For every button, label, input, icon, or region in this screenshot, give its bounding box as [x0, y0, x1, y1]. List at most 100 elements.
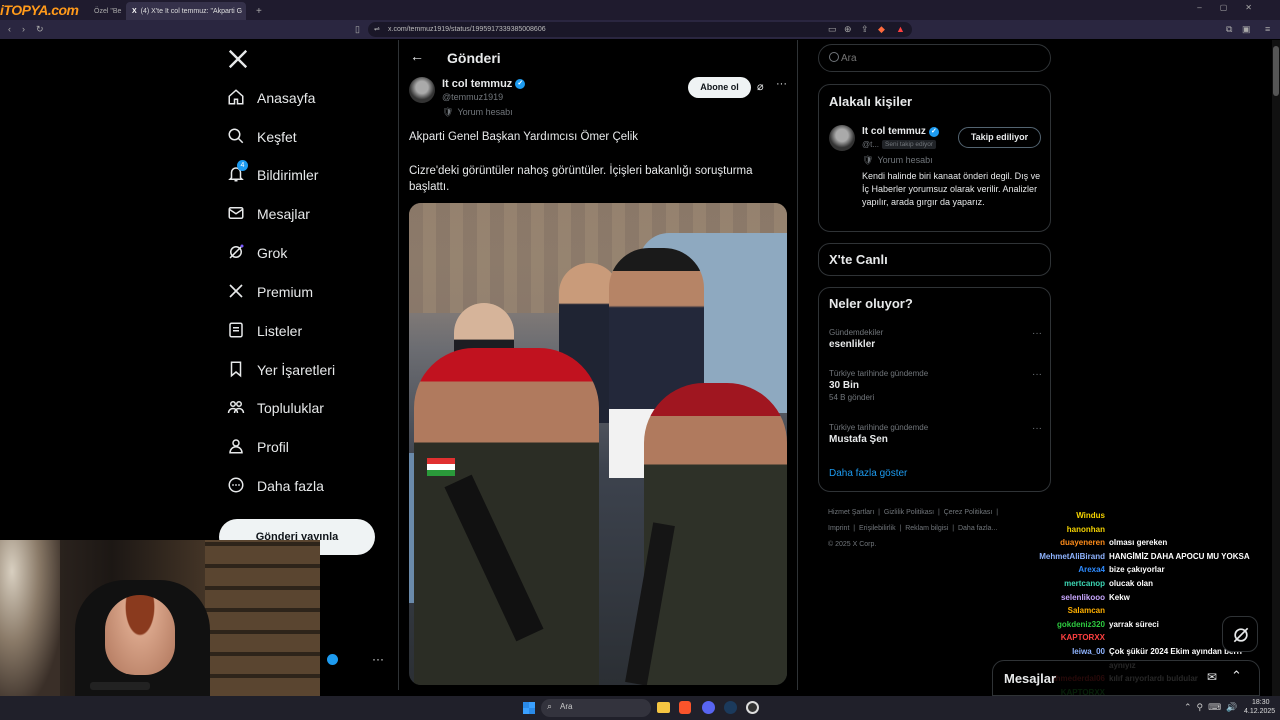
nav-label: Daha fazla [257, 478, 324, 494]
expand-icon[interactable]: ⌃ [1231, 668, 1242, 684]
trend-item[interactable]: Türkiye tarihinde gündemde Mustafa Şen ·… [829, 423, 1042, 453]
search-input[interactable] [841, 49, 1041, 67]
nav-item-bookmarks[interactable]: Yer İşaretleri [227, 355, 335, 385]
clock-date[interactable]: 4.12.2025 [1244, 708, 1275, 715]
chat-username: mertcanop [1064, 579, 1105, 588]
grok-icon [227, 243, 245, 264]
site-info-icon[interactable]: ⇌ [374, 22, 380, 37]
profile-icon [227, 437, 245, 458]
more-icon[interactable]: ··· [372, 652, 384, 666]
forward-icon[interactable]: › [22, 20, 25, 39]
nav-item-premium[interactable]: Premium [227, 277, 313, 307]
browser-tab-1[interactable]: Özel "Be [88, 2, 122, 20]
chat-username: Arexa4 [1078, 565, 1105, 575]
following-button[interactable]: Takip ediliyor [958, 127, 1041, 148]
cast-icon[interactable]: ▭ [828, 20, 837, 39]
chat-username: hanonhan [1066, 524, 1105, 534]
file-explorer-icon[interactable] [657, 702, 670, 713]
obs-icon[interactable] [746, 701, 759, 714]
avatar[interactable] [409, 77, 435, 103]
nav-item-more[interactable]: Daha fazla [227, 471, 324, 501]
grok-floating-button[interactable] [1222, 616, 1258, 652]
clock-time[interactable]: 18:30 [1252, 699, 1270, 706]
microphone-image [90, 682, 150, 690]
scrollbar-thumb[interactable] [1273, 46, 1279, 96]
new-tab-button[interactable]: + [250, 2, 264, 20]
messages-drawer[interactable]: Mesajlar ✉ ⌃ [992, 660, 1260, 696]
chat-text: olucak olan [1109, 579, 1154, 588]
steam-icon[interactable] [724, 701, 737, 714]
home-icon [227, 88, 245, 109]
flag-patch [427, 458, 455, 476]
chat-username: Salamcan [1067, 606, 1105, 616]
nav-item-notifications[interactable]: 4 Bildirimler [227, 159, 318, 190]
rewards-icon[interactable]: ▲ [896, 20, 905, 39]
tray-icons[interactable]: ⌃⚲⌨🔊 [1184, 702, 1242, 713]
list-icon [227, 321, 245, 342]
footer-link[interactable]: Gizlilik Politikası [884, 509, 934, 516]
chat-message: MehmetAliBirand HANGİMİZ DAHA APOCU MU YO… [960, 552, 1280, 565]
nav-item-grok[interactable]: Grok [227, 238, 287, 268]
streamer-head-image [105, 595, 175, 675]
taskbar-search[interactable]: ⌕ Ara [541, 699, 651, 717]
brave-icon[interactable] [679, 701, 691, 714]
bookmark-page-icon[interactable]: ▯ [355, 20, 360, 39]
search-box[interactable] [818, 44, 1051, 72]
taskbar-search-text: Ara [560, 702, 573, 711]
brave-shield-icon[interactable]: ◆ [878, 20, 885, 39]
wallet-icon[interactable]: ▣ [1242, 20, 1251, 39]
discord-icon[interactable] [702, 701, 715, 714]
more-icon[interactable]: ··· [1032, 328, 1042, 339]
zoom-icon[interactable]: ⊕ [844, 20, 852, 39]
show-more-link[interactable]: Daha fazla göster [829, 468, 907, 479]
nav-label: Yer İşaretleri [257, 362, 336, 378]
tab-label: Özel "Be [94, 7, 122, 15]
live-card[interactable]: X'te Canlı [818, 243, 1051, 276]
back-icon[interactable]: ‹ [8, 20, 11, 39]
nav-label: Keşfet [257, 129, 297, 145]
bookshelf-image [205, 540, 320, 696]
author-name[interactable]: It col temmuz ✓ [442, 78, 526, 90]
nav-item-profile[interactable]: Profil [227, 432, 289, 462]
compose-message-icon[interactable]: ✉ [1207, 670, 1217, 684]
chat-username: Windus [1076, 511, 1105, 520]
nav-item-home[interactable]: Anasayfa [227, 83, 315, 113]
start-icon[interactable] [523, 702, 535, 714]
window-controls[interactable]: –▢✕ [1197, 3, 1270, 12]
nav-item-lists[interactable]: Listeler [227, 316, 302, 346]
more-icon[interactable]: ··· [1032, 369, 1042, 380]
nav-item-communities[interactable]: Topluluklar [227, 393, 324, 423]
author-handle[interactable]: @temmuz1919 [442, 92, 503, 102]
footer-link[interactable]: Imprint [828, 525, 849, 532]
share-icon[interactable]: ⇪ [861, 20, 869, 39]
nav-label: Grok [257, 245, 288, 261]
chat-username: selenlikooo [1060, 592, 1105, 602]
chat-username: MehmetAliBirand [1039, 551, 1105, 561]
avatar[interactable] [829, 125, 855, 151]
subscribe-button[interactable]: Abone ol [688, 77, 751, 98]
post-image[interactable] [409, 203, 787, 685]
verified-icon [327, 654, 338, 665]
trend-item[interactable]: Gündemdekiler esenlikler ··· [829, 328, 1042, 358]
menu-icon[interactable]: ≡ [1265, 20, 1270, 39]
nav-item-explore[interactable]: Keşfet [227, 122, 297, 152]
nav-item-messages[interactable]: Mesajlar [227, 199, 310, 229]
x-logo-icon[interactable] [227, 48, 249, 70]
footer-link[interactable]: Hizmet Şartları [828, 509, 874, 516]
grok-icon [1233, 627, 1249, 643]
footer-link[interactable]: Erişilebilirlik [859, 525, 896, 532]
browser-address-bar: ‹ › ↻ ▯ ⇌ x.com/temmuz1919/status/199591… [0, 20, 1280, 39]
related-name[interactable]: It col temmuz ✓ [862, 126, 939, 137]
extensions-icon[interactable]: ⧉ [1226, 20, 1232, 39]
post-header: ← Gönderi [399, 40, 797, 76]
back-arrow-icon[interactable]: ← [410, 48, 424, 64]
x-favicon-icon: X [132, 7, 137, 15]
more-icon[interactable]: ··· [776, 78, 787, 90]
trend-item[interactable]: Türkiye tarihinde gündemde 30 Bin 54 B g… [829, 369, 1042, 409]
footer-link[interactable]: Reklam bilgisi [905, 525, 948, 532]
browser-tab-active[interactable]: X (4) X'te It col temmuz: "Akparti G ✕ [126, 2, 246, 20]
reload-icon[interactable]: ↻ [36, 20, 44, 39]
grok-icon[interactable]: ⌀ [757, 80, 764, 93]
more-icon[interactable]: ··· [1032, 423, 1042, 434]
shield-icon: 🛡 [442, 107, 454, 117]
